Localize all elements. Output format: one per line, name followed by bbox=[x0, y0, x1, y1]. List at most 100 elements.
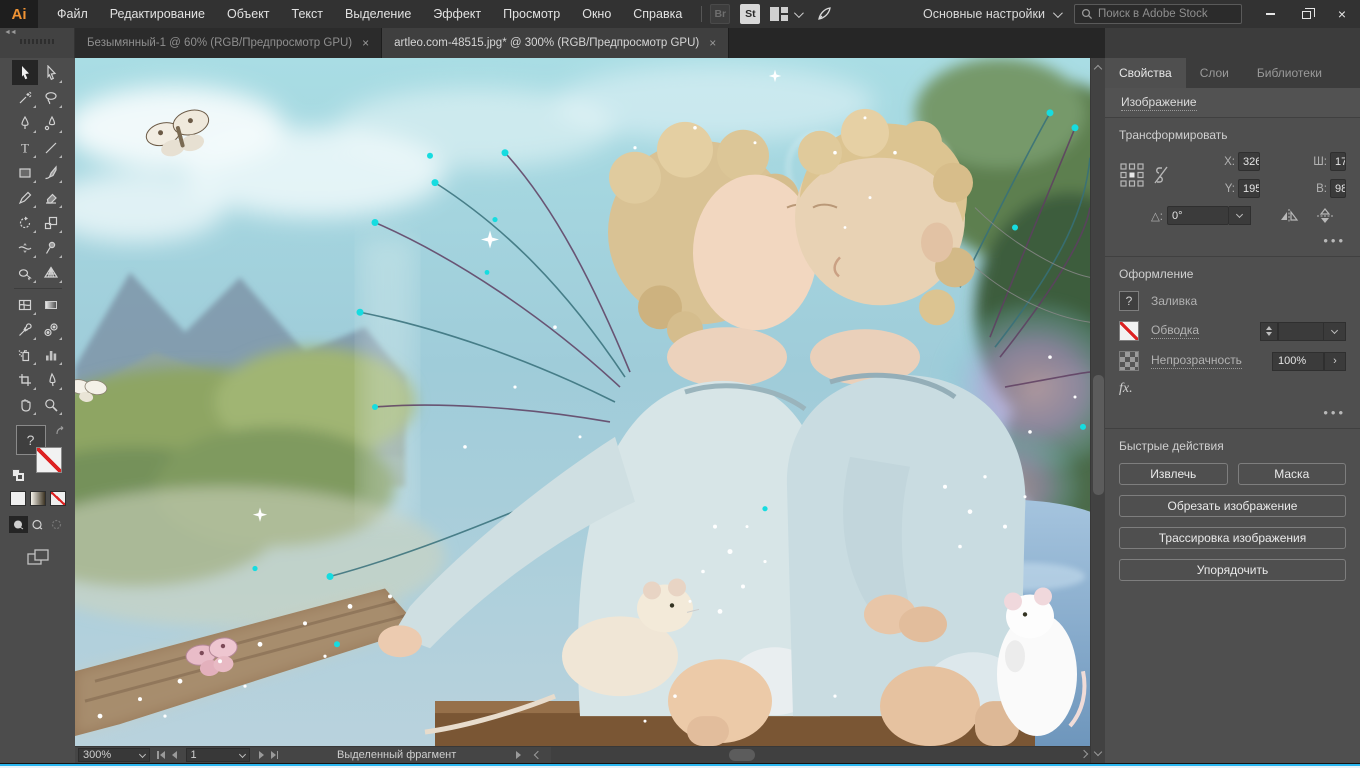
fill-swatch[interactable]: ? bbox=[1119, 291, 1139, 311]
artboard-tool[interactable] bbox=[12, 367, 38, 392]
stroke-weight-dropdown[interactable] bbox=[1324, 322, 1346, 341]
column-graph-tool[interactable] bbox=[38, 342, 64, 367]
none-button[interactable] bbox=[50, 491, 66, 506]
width-input[interactable]: 175,234 mm bbox=[1330, 152, 1346, 171]
menu-window[interactable]: Окно bbox=[571, 0, 622, 28]
constrain-proportions-icon[interactable] bbox=[1152, 164, 1170, 186]
rotate-tool[interactable] bbox=[12, 210, 38, 235]
bridge-icon[interactable]: Br bbox=[710, 4, 730, 24]
draw-inside-mode[interactable] bbox=[47, 516, 66, 533]
hand-tool[interactable] bbox=[12, 392, 38, 417]
vertical-scroll-thumb[interactable] bbox=[1093, 375, 1104, 495]
flip-horizontal-button[interactable] bbox=[1279, 208, 1299, 224]
canvas-viewport[interactable] bbox=[75, 58, 1090, 746]
tab-properties[interactable]: Свойства bbox=[1105, 58, 1186, 88]
rotate-angle-input[interactable]: 0° bbox=[1167, 206, 1229, 225]
scroll-up-icon[interactable] bbox=[1094, 65, 1102, 73]
transform-more-options[interactable]: ••• bbox=[1119, 233, 1346, 248]
horizontal-scroll-thumb[interactable] bbox=[729, 749, 755, 761]
previous-artboard-button[interactable] bbox=[172, 751, 177, 759]
collapse-toolbar-icon[interactable]: ◄◄ bbox=[0, 28, 20, 37]
magic-wand-tool[interactable] bbox=[12, 85, 38, 110]
stroke-color-swatch[interactable] bbox=[36, 447, 62, 473]
puppet-warp-tool[interactable] bbox=[38, 235, 64, 260]
opacity-swatch[interactable] bbox=[1119, 351, 1139, 371]
opacity-value[interactable]: 100% bbox=[1272, 352, 1324, 371]
draw-behind-mode[interactable] bbox=[28, 516, 47, 533]
first-artboard-button[interactable] bbox=[157, 751, 165, 759]
workspace-switcher[interactable]: Основные настройки bbox=[923, 7, 1060, 21]
menu-edit[interactable]: Редактирование bbox=[99, 0, 216, 28]
stock-search-input[interactable]: Поиск в Adobe Stock bbox=[1074, 4, 1242, 24]
stock-icon[interactable]: St bbox=[740, 4, 760, 24]
opacity-label[interactable]: Непрозрачность bbox=[1151, 353, 1242, 369]
mesh-tool[interactable] bbox=[12, 292, 38, 317]
scroll-down-icon[interactable] bbox=[1094, 748, 1102, 756]
slice-tool[interactable] bbox=[38, 367, 64, 392]
type-tool[interactable]: T bbox=[12, 135, 38, 160]
tab-libraries[interactable]: Библиотеки bbox=[1243, 58, 1336, 88]
eyedropper-tool[interactable] bbox=[12, 317, 38, 342]
line-segment-tool[interactable] bbox=[38, 135, 64, 160]
mask-button[interactable]: Маска bbox=[1238, 463, 1347, 485]
rectangle-tool[interactable] bbox=[12, 160, 38, 185]
menu-select[interactable]: Выделение bbox=[334, 0, 422, 28]
menu-type[interactable]: Текст bbox=[281, 0, 334, 28]
crop-image-button[interactable]: Обрезать изображение bbox=[1119, 495, 1346, 517]
scale-tool[interactable] bbox=[38, 210, 64, 235]
paintbrush-tool[interactable] bbox=[38, 160, 64, 185]
y-input[interactable]: 195,075 mm bbox=[1238, 179, 1260, 198]
eraser-tool[interactable] bbox=[38, 185, 64, 210]
next-artboard-button[interactable] bbox=[259, 751, 264, 759]
vertical-scrollbar[interactable] bbox=[1090, 58, 1105, 763]
curvature-tool[interactable] bbox=[38, 110, 64, 135]
minimize-button[interactable] bbox=[1252, 0, 1288, 28]
embed-button[interactable]: Извлечь bbox=[1119, 463, 1228, 485]
scroll-left-icon[interactable] bbox=[534, 751, 542, 759]
opacity-expand-button[interactable]: › bbox=[1324, 352, 1346, 371]
appearance-more-options[interactable]: ••• bbox=[1119, 405, 1346, 420]
toolbar-grip[interactable] bbox=[20, 39, 54, 44]
stroke-swatch[interactable] bbox=[1119, 321, 1139, 341]
artboard-number-select[interactable]: 1 bbox=[186, 748, 250, 762]
pen-tool[interactable] bbox=[12, 110, 38, 135]
symbol-sprayer-tool[interactable] bbox=[12, 342, 38, 367]
image-trace-button[interactable]: Трассировка изображения bbox=[1119, 527, 1346, 549]
menu-object[interactable]: Объект bbox=[216, 0, 281, 28]
swap-fill-stroke-icon[interactable] bbox=[54, 425, 66, 437]
zoom-level-select[interactable]: 300% bbox=[78, 748, 150, 762]
screen-mode-button[interactable] bbox=[25, 547, 51, 567]
height-input[interactable]: 98,521 mm bbox=[1330, 179, 1346, 198]
x-input[interactable]: 326,33 mm bbox=[1238, 152, 1260, 171]
close-icon[interactable]: × bbox=[709, 36, 716, 50]
flip-vertical-button[interactable] bbox=[1315, 208, 1335, 224]
last-artboard-button[interactable] bbox=[271, 751, 279, 759]
gradient-tool[interactable] bbox=[38, 292, 64, 317]
width-tool[interactable] bbox=[12, 235, 38, 260]
shaper-tool[interactable] bbox=[12, 185, 38, 210]
menu-view[interactable]: Просмотр bbox=[492, 0, 571, 28]
zoom-tool[interactable] bbox=[38, 392, 64, 417]
document-tab-2[interactable]: artleo.com-48515.jpg* @ 300% (RGB/Предпр… bbox=[382, 28, 729, 58]
menu-effect[interactable]: Эффект bbox=[422, 0, 492, 28]
status-menu-arrow[interactable] bbox=[516, 751, 521, 759]
color-button[interactable] bbox=[10, 491, 26, 506]
stroke-weight-stepper[interactable] bbox=[1260, 322, 1278, 341]
direct-selection-tool[interactable] bbox=[38, 60, 64, 85]
gpu-performance-icon[interactable] bbox=[815, 5, 833, 23]
gradient-button[interactable] bbox=[30, 491, 46, 506]
stroke-label[interactable]: Обводка bbox=[1151, 323, 1199, 339]
rotate-angle-dropdown[interactable] bbox=[1229, 206, 1251, 225]
arrange-button[interactable]: Упорядочить bbox=[1119, 559, 1346, 581]
close-button[interactable]: × bbox=[1324, 0, 1360, 28]
arrange-documents-button[interactable] bbox=[770, 7, 801, 21]
default-fill-stroke-icon[interactable] bbox=[12, 469, 24, 481]
menu-file[interactable]: Файл bbox=[46, 0, 99, 28]
restore-button[interactable] bbox=[1288, 0, 1324, 28]
document-tab-1[interactable]: Безымянный-1 @ 60% (RGB/Предпросмотр GPU… bbox=[75, 28, 382, 58]
menu-help[interactable]: Справка bbox=[622, 0, 693, 28]
blend-tool[interactable] bbox=[38, 317, 64, 342]
close-icon[interactable]: × bbox=[362, 36, 369, 50]
horizontal-scrollbar[interactable] bbox=[551, 747, 1090, 763]
shape-builder-tool[interactable] bbox=[12, 260, 38, 285]
